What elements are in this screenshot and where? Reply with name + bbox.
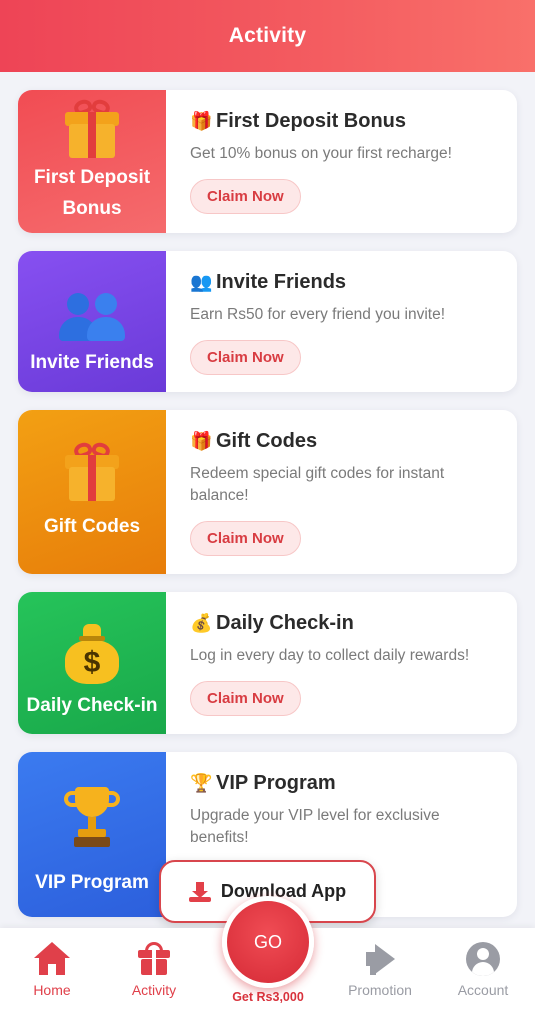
card-daily-check-in[interactable]: $ Daily Check-in 💰 Daily Check-in Log in… [18, 592, 517, 734]
nav-home-label: Home [33, 982, 71, 998]
people-icon [59, 293, 125, 341]
gift-icon: 🎁 [190, 431, 213, 451]
card-banner: Gift Codes [18, 410, 166, 574]
card-banner: $ Daily Check-in [18, 592, 166, 734]
activity-list: First Deposit Bonus 🎁 First Deposit Bonu… [18, 90, 517, 935]
home-icon [34, 942, 70, 976]
nav-promotion[interactable]: Promotion [330, 942, 430, 998]
gift-icon [136, 942, 172, 976]
megaphone-icon [362, 942, 398, 976]
gift-icon: 🎁 [190, 111, 213, 131]
nav-account[interactable]: Account [433, 942, 533, 998]
card-banner: First Deposit Bonus [18, 90, 166, 233]
claim-now-button[interactable]: Claim Now [190, 681, 301, 716]
card-gift-codes[interactable]: Gift Codes 🎁 Gift Codes Redeem special g… [18, 410, 517, 574]
claim-now-button[interactable]: Claim Now [190, 340, 301, 375]
card-banner: Invite Friends [18, 251, 166, 392]
card-title: Daily Check-in [216, 612, 354, 634]
nav-promotion-label: Promotion [348, 982, 412, 998]
claim-now-button[interactable]: Claim Now [190, 179, 301, 214]
card-title: First Deposit Bonus [216, 110, 407, 132]
banner-title: First Deposit Bonus [33, 166, 151, 219]
banner-title: Invite Friends [30, 352, 154, 373]
people-icon: 👥 [190, 272, 213, 292]
trophy-icon: 🏆 [190, 773, 213, 793]
card-first-deposit-bonus[interactable]: First Deposit Bonus 🎁 First Deposit Bonu… [18, 90, 517, 233]
card-invite-friends[interactable]: Invite Friends 👥 Invite Friends Earn Rs5… [18, 251, 517, 392]
download-icon [188, 881, 211, 902]
card-description: Upgrade your VIP level for exclusive ben… [190, 807, 440, 846]
card-title: VIP Program [216, 772, 336, 794]
card-description: Get 10% bonus on your first recharge! [190, 145, 452, 162]
account-icon [465, 942, 501, 976]
card-description: Earn Rs50 for every friend you invite! [190, 306, 446, 323]
card-banner: VIP Program [18, 752, 166, 917]
trophy-icon [62, 785, 122, 847]
card-description: Redeem special gift codes for instant ba… [190, 465, 445, 504]
app-header: Activity [0, 0, 535, 72]
money-bag-icon: $ [63, 622, 121, 684]
go-caption: Get Rs3,000 [232, 990, 304, 1004]
gift-icon [65, 440, 119, 501]
card-title: Gift Codes [216, 430, 318, 452]
page-title: Activity [228, 24, 307, 47]
nav-activity-label: Activity [131, 982, 177, 998]
banner-title: Gift Codes [43, 515, 141, 537]
money-bag-icon: 💰 [190, 613, 213, 633]
nav-account-label: Account [457, 982, 509, 998]
card-title: Invite Friends [216, 271, 347, 293]
go-button[interactable]: GO [222, 896, 314, 988]
nav-go[interactable]: GO Get Rs3,000 [218, 896, 318, 1004]
nav-activity[interactable]: Activity [104, 942, 204, 998]
banner-title: Daily Check-in [26, 694, 158, 716]
card-description: Log in every day to collect daily reward… [190, 647, 470, 664]
banner-title: VIP Program [35, 872, 149, 893]
gift-icon [65, 97, 119, 158]
claim-now-button[interactable]: Claim Now [190, 521, 301, 556]
nav-home[interactable]: Home [2, 942, 102, 998]
